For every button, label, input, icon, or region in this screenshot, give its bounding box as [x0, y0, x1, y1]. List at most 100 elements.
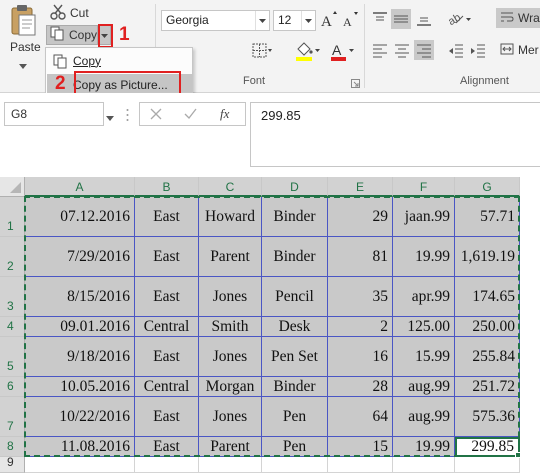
column-header-d[interactable]: D: [262, 177, 328, 197]
merge-center-button[interactable]: Mer: [496, 40, 540, 60]
cell-e6[interactable]: 28: [328, 377, 393, 397]
cell-b6[interactable]: Central: [135, 377, 199, 397]
column-header-g[interactable]: G: [455, 177, 520, 197]
cell-c6[interactable]: Morgan: [199, 377, 262, 397]
row-header-1[interactable]: 1: [0, 197, 25, 237]
paste-button[interactable]: Paste: [10, 40, 41, 54]
row-header-8[interactable]: 8: [0, 437, 25, 457]
cell-e4[interactable]: 2: [328, 317, 393, 337]
align-right-icon[interactable]: [414, 40, 434, 60]
cell-a5[interactable]: 9/18/2016: [25, 337, 135, 377]
column-header-b[interactable]: B: [135, 177, 199, 197]
cell-e7[interactable]: 64: [328, 397, 393, 437]
name-box-dropdown-icon[interactable]: [106, 110, 114, 124]
cell-f7[interactable]: aug.99: [393, 397, 455, 437]
increase-indent-icon[interactable]: [468, 40, 488, 60]
cell-g3[interactable]: 174.65: [455, 277, 520, 317]
cell-f9[interactable]: [393, 457, 455, 473]
cell-c3[interactable]: Jones: [199, 277, 262, 317]
paste-dropdown-icon[interactable]: [19, 58, 27, 72]
cell-f8[interactable]: 19.99: [393, 437, 455, 457]
menu-item-copy[interactable]: Copy: [47, 50, 192, 72]
row-header-9[interactable]: 9: [0, 455, 25, 473]
cell-d7[interactable]: Pen: [262, 397, 328, 437]
cut-button[interactable]: Cut: [50, 3, 89, 23]
row-header-6[interactable]: 6: [0, 377, 25, 397]
font-color-icon[interactable]: A: [329, 40, 354, 61]
cell-e8[interactable]: 15: [328, 437, 393, 457]
cell-f3[interactable]: apr.99: [393, 277, 455, 317]
cell-b7[interactable]: East: [135, 397, 199, 437]
cell-a8[interactable]: 11.08.2016: [25, 437, 135, 457]
formula-bar-grip[interactable]: [126, 108, 129, 125]
cell-g7[interactable]: 575.36: [455, 397, 520, 437]
cell-e9[interactable]: [328, 457, 393, 473]
cancel-icon[interactable]: [150, 108, 162, 123]
decrease-indent-icon[interactable]: [446, 40, 466, 60]
cell-e5[interactable]: 16: [328, 337, 393, 377]
orientation-icon[interactable]: ab: [446, 9, 474, 29]
cell-g2[interactable]: 1,619.19: [455, 237, 520, 277]
cell-d2[interactable]: Binder: [262, 237, 328, 277]
cell-g9[interactable]: [455, 457, 520, 473]
cell-c2[interactable]: Parent: [199, 237, 262, 277]
select-all-corner[interactable]: [0, 177, 25, 197]
name-box[interactable]: G8: [4, 102, 104, 126]
cell-b8[interactable]: East: [135, 437, 199, 457]
align-center-icon[interactable]: [392, 40, 412, 60]
cell-g1[interactable]: 57.71: [455, 197, 520, 237]
cell-d1[interactable]: Binder: [262, 197, 328, 237]
column-header-a[interactable]: A: [25, 177, 135, 197]
cell-c7[interactable]: Jones: [199, 397, 262, 437]
row-header-2[interactable]: 2: [0, 237, 25, 277]
cell-a2[interactable]: 7/29/2016: [25, 237, 135, 277]
cell-g6[interactable]: 251.72: [455, 377, 520, 397]
font-family-select[interactable]: Georgia: [161, 10, 270, 31]
cell-a4[interactable]: 09.01.2016: [25, 317, 135, 337]
cell-c9[interactable]: [199, 457, 262, 473]
cell-b1[interactable]: East: [135, 197, 199, 237]
column-header-e[interactable]: E: [328, 177, 393, 197]
align-middle-icon[interactable]: [391, 9, 411, 29]
align-bottom-icon[interactable]: [414, 9, 434, 29]
borders-icon[interactable]: [251, 41, 272, 61]
column-header-f[interactable]: F: [393, 177, 455, 197]
insert-function-icon[interactable]: fx: [220, 106, 229, 122]
increase-font-icon[interactable]: A: [319, 10, 339, 30]
cell-c8[interactable]: Parent: [199, 437, 262, 457]
cell-d9[interactable]: [262, 457, 328, 473]
cell-e3[interactable]: 35: [328, 277, 393, 317]
row-header-7[interactable]: 7: [0, 397, 25, 437]
cell-c1[interactable]: Howard: [199, 197, 262, 237]
cell-b4[interactable]: Central: [135, 317, 199, 337]
copy-button[interactable]: Copy: [46, 25, 98, 45]
cell-f2[interactable]: 19.99: [393, 237, 455, 277]
paste-icon[interactable]: [8, 4, 38, 38]
cell-f1[interactable]: jaan.99: [393, 197, 455, 237]
cell-e1[interactable]: 29: [328, 197, 393, 237]
cell-a6[interactable]: 10.05.2016: [25, 377, 135, 397]
cell-d8[interactable]: Pen: [262, 437, 328, 457]
row-header-5[interactable]: 5: [0, 337, 25, 377]
cell-b9[interactable]: [135, 457, 199, 473]
wrap-text-button[interactable]: Wrap: [496, 8, 540, 28]
cell-c5[interactable]: Jones: [199, 337, 262, 377]
align-top-icon[interactable]: [370, 9, 390, 29]
font-family-dropdown-icon[interactable]: [255, 11, 269, 30]
cell-b2[interactable]: East: [135, 237, 199, 277]
font-size-dropdown-icon[interactable]: [301, 11, 315, 30]
cell-f4[interactable]: 125.00: [393, 317, 455, 337]
enter-icon[interactable]: [184, 108, 197, 123]
font-dialog-launcher-icon[interactable]: [351, 77, 360, 91]
cell-d5[interactable]: Pen Set: [262, 337, 328, 377]
decrease-font-icon[interactable]: A: [341, 10, 361, 30]
row-header-4[interactable]: 4: [0, 317, 25, 337]
cell-b5[interactable]: East: [135, 337, 199, 377]
font-size-select[interactable]: 12: [273, 10, 316, 31]
fill-color-icon[interactable]: [294, 40, 320, 61]
cell-b3[interactable]: East: [135, 277, 199, 317]
cell-e2[interactable]: 81: [328, 237, 393, 277]
cell-a7[interactable]: 10/22/2016: [25, 397, 135, 437]
column-header-c[interactable]: C: [199, 177, 262, 197]
fill-handle[interactable]: [515, 452, 521, 458]
